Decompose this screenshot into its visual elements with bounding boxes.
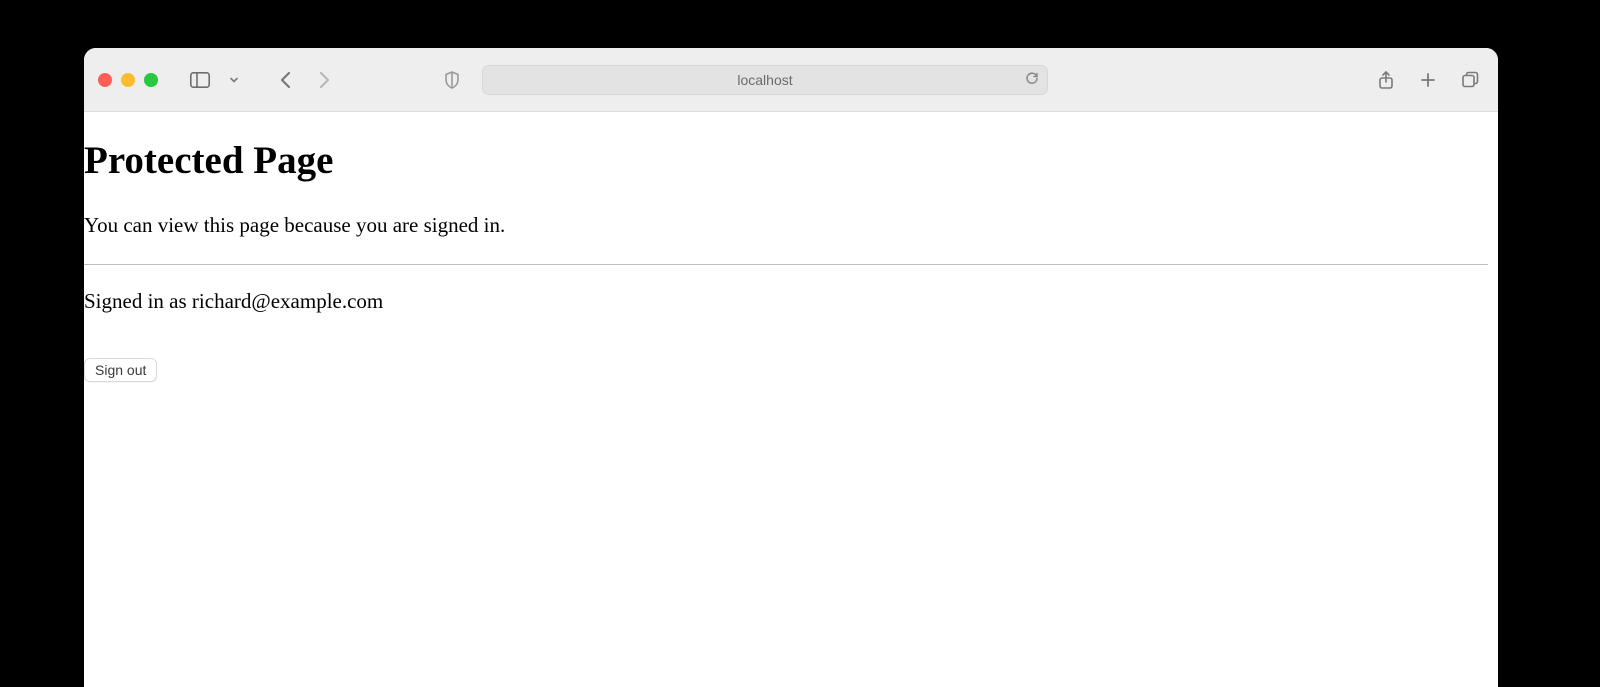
signed-in-status: Signed in as richard@example.com [84,289,1488,314]
fullscreen-window-button[interactable] [144,73,158,87]
new-tab-button[interactable] [1414,66,1442,94]
privacy-shield-icon[interactable] [438,66,466,94]
tab-group-menu-button[interactable] [220,66,248,94]
browser-toolbar: localhost [84,48,1498,112]
window-controls [98,73,158,87]
browser-window: localhost [84,48,1498,687]
toolbar-right-actions [1372,66,1484,94]
address-bar-text: localhost [737,72,792,88]
forward-button[interactable] [310,66,338,94]
page-title: Protected Page [84,138,1488,183]
sidebar-toggle-button[interactable] [186,66,214,94]
page-message: You can view this page because you are s… [84,213,1488,238]
page-viewport: Protected Page You can view this page be… [84,138,1498,687]
minimize-window-button[interactable] [121,73,135,87]
tab-overview-button[interactable] [1456,66,1484,94]
close-window-button[interactable] [98,73,112,87]
reload-button[interactable] [1025,71,1039,88]
signed-in-email: richard@example.com [192,289,383,313]
sign-out-button[interactable]: Sign out [84,358,157,382]
divider [84,264,1488,265]
signed-in-prefix: Signed in as [84,289,192,313]
share-button[interactable] [1372,66,1400,94]
address-bar[interactable]: localhost [482,65,1048,95]
back-button[interactable] [272,66,300,94]
